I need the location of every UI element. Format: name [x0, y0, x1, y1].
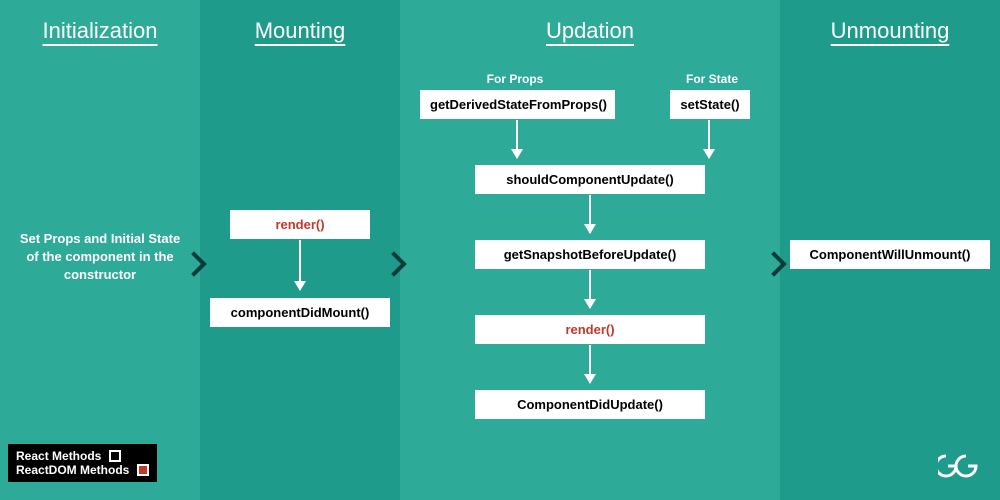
legend-square-icon [109, 450, 121, 462]
render-box: render() [475, 315, 705, 344]
unmounting-title: Unmounting [780, 0, 1000, 50]
will-unmount-box: ComponentWillUnmount() [790, 240, 990, 269]
set-state-box: setState() [670, 90, 750, 119]
legend-reactdom-label: ReactDOM Methods [16, 463, 129, 477]
get-derived-box: getDerivedStateFromProps() [420, 90, 615, 119]
component-did-mount-box: componentDidMount() [210, 298, 390, 327]
initialization-column: Initialization Set Props and Initial Sta… [0, 0, 200, 500]
arrow-icon [708, 120, 710, 158]
connector [516, 120, 709, 122]
legend: React Methods ReactDOM Methods [8, 444, 157, 482]
arrow-icon [589, 195, 591, 233]
get-snapshot-box: getSnapshotBeforeUpdate() [475, 240, 705, 269]
arrow-icon [516, 120, 518, 158]
legend-react-label: React Methods [16, 449, 101, 463]
updation-title: Updation [400, 0, 780, 50]
for-state-label: For State [672, 72, 752, 86]
unmounting-column: Unmounting ComponentWillUnmount() [780, 0, 1000, 500]
legend-react: React Methods [16, 449, 149, 463]
arrow-icon [299, 240, 301, 290]
logo [938, 454, 978, 485]
arrow-icon [589, 345, 591, 383]
legend-square-icon [137, 464, 149, 476]
did-update-box: ComponentDidUpdate() [475, 390, 705, 419]
arrow-icon [589, 270, 591, 308]
should-update-box: shouldComponentUpdate() [475, 165, 705, 194]
initialization-title: Initialization [0, 0, 200, 50]
mounting-column: Mounting render() componentDidMount() [200, 0, 400, 500]
render-box: render() [230, 210, 370, 239]
for-props-label: For Props [455, 72, 575, 86]
mounting-title: Mounting [200, 0, 400, 50]
updation-column: Updation For Props For State getDerivedS… [400, 0, 780, 500]
initialization-description: Set Props and Initial State of the compo… [0, 230, 200, 285]
legend-reactdom: ReactDOM Methods [16, 463, 149, 477]
